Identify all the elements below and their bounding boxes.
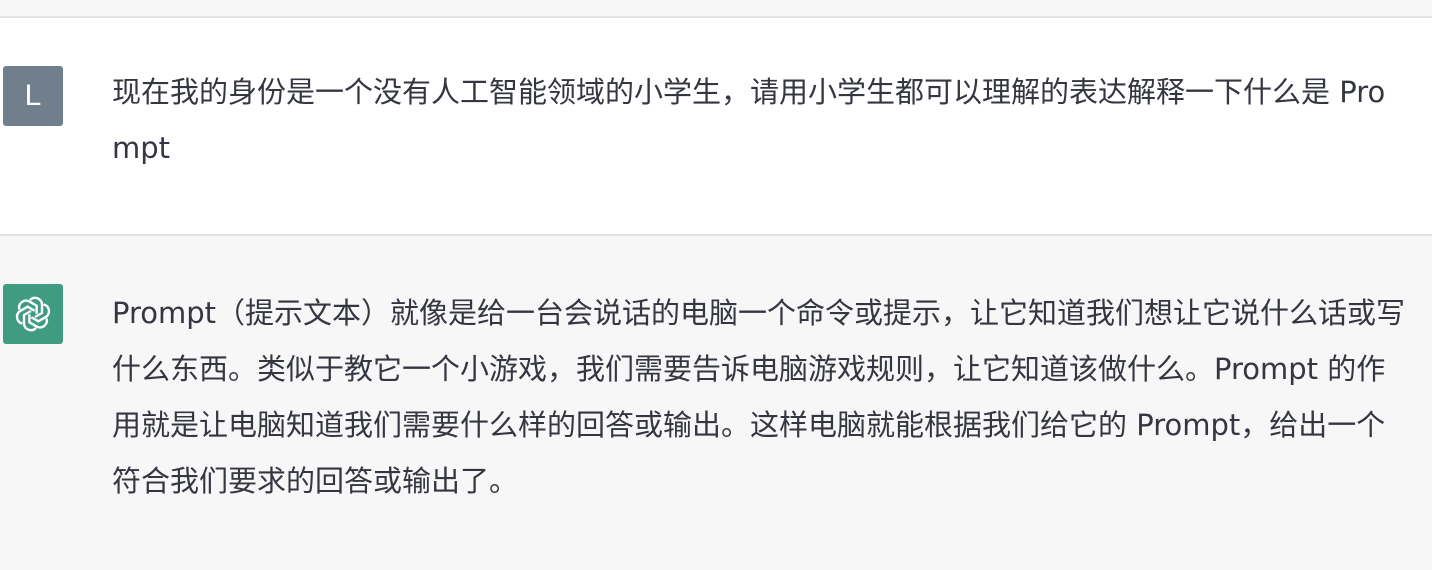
user-message-text: 现在我的身份是一个没有人工智能领域的小学生，请用小学生都可以理解的表达解释一下什… [112,75,1386,165]
assistant-message-row: Prompt（提示文本）就像是给一台会说话的电脑一个命令或提示，让它知道我们想让… [0,236,1432,570]
openai-logo-icon [15,296,51,332]
user-message-row: L 现在我的身份是一个没有人工智能领域的小学生，请用小学生都可以理解的表达解释一… [0,18,1432,234]
user-avatar: L [3,66,63,126]
user-avatar-letter: L [24,79,42,112]
assistant-avatar [3,284,63,344]
top-strip [0,0,1432,16]
assistant-message-text: Prompt（提示文本）就像是给一台会说话的电脑一个命令或提示，让它知道我们想让… [112,296,1406,498]
